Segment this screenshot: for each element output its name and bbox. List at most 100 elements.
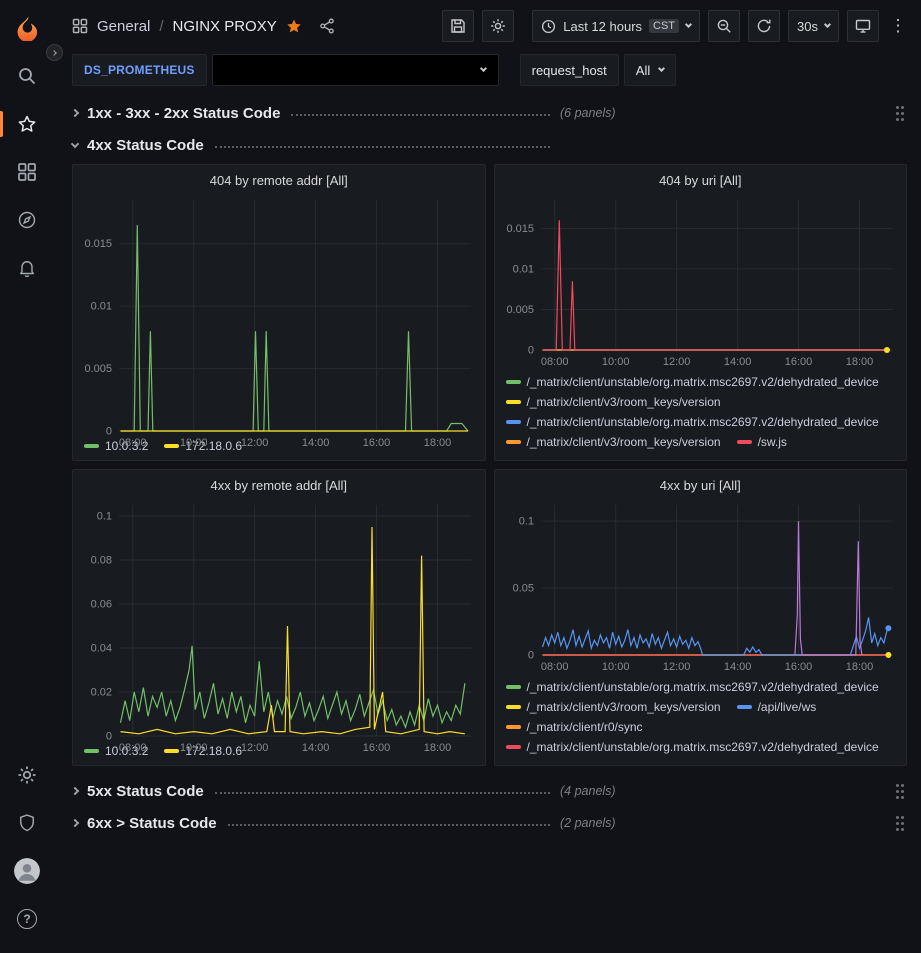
chart-svg: 08:0010:0012:0014:0016:0018:0000.050.1 (495, 495, 907, 675)
sidebar-item-explore[interactable] (0, 196, 54, 244)
sidebar-item-server-admin[interactable] (0, 799, 54, 847)
legend-item[interactable]: /api/live/ws (737, 698, 817, 716)
svg-text:08:00: 08:00 (540, 356, 568, 368)
sidebar-item-search[interactable] (0, 52, 54, 100)
legend-item[interactable]: /_matrix/client/unstable/org.matrix.msc2… (506, 413, 879, 431)
dashboard-settings-button[interactable] (482, 10, 514, 42)
clock-icon (541, 19, 556, 34)
legend-item[interactable]: /_matrix/client/v3/room_keys/version (506, 433, 721, 451)
svg-text:0.015: 0.015 (506, 223, 534, 235)
legend-series-label: /_matrix/client/v3/room_keys/version (527, 435, 721, 449)
sidebar-item-starred[interactable] (0, 100, 54, 148)
favorite-star-button[interactable] (286, 18, 302, 34)
legend-series-label: /_matrix/client/r0/sync (527, 720, 643, 734)
dashboard-variables: DS_PROMETHEUS request_host All (54, 52, 921, 88)
breadcrumb-section[interactable]: General (97, 18, 150, 35)
compass-icon (17, 210, 37, 230)
svg-text:0: 0 (527, 345, 533, 357)
row-4xx[interactable]: 4xx Status Code (72, 130, 907, 160)
legend-series-label: /_matrix/client/v3/room_keys/version (527, 700, 721, 714)
star-icon (17, 114, 37, 134)
row-panel-count: (2 panels) (560, 816, 616, 830)
grafana-app: ? General / NGINX PROXY (0, 0, 921, 953)
variable-ds-prometheus-select[interactable] (212, 54, 499, 86)
variable-ds-prometheus-label[interactable]: DS_PROMETHEUS (72, 54, 207, 86)
sidebar-item-configuration[interactable] (0, 751, 54, 799)
sidebar-item-profile[interactable] (0, 847, 54, 895)
panel-4xx-by-remote-addr: 4xx by remote addr [All] 08:0010:0012:00… (72, 469, 486, 766)
svg-text:0.01: 0.01 (91, 301, 112, 313)
svg-text:14:00: 14:00 (302, 742, 330, 754)
shield-icon (17, 813, 37, 833)
svg-text:0.1: 0.1 (97, 511, 112, 523)
variable-request-host-select[interactable]: All (624, 54, 676, 86)
svg-text:08:00: 08:00 (119, 742, 147, 754)
row-drag-handle[interactable] (895, 106, 907, 121)
chart-svg: 08:0010:0012:0014:0016:0018:0000.0050.01… (495, 190, 907, 370)
active-indicator (0, 111, 3, 137)
legend-item[interactable]: /_matrix/client/unstable/org.matrix.msc2… (506, 678, 879, 696)
legend-item[interactable]: /_matrix/client/unstable/org.matrix.msc2… (506, 373, 879, 391)
svg-text:0: 0 (106, 426, 112, 438)
svg-text:0.01: 0.01 (512, 263, 533, 275)
sidebar-item-help[interactable]: ? (0, 895, 54, 943)
variable-request-host-label[interactable]: request_host (520, 54, 619, 86)
row-5xx[interactable]: 5xx Status Code (4 panels) (72, 776, 907, 806)
panel-legend: /_matrix/client/unstable/org.matrix.msc2… (495, 370, 907, 457)
kebab-menu-button[interactable]: ⋮ (887, 10, 909, 42)
row-drag-handle[interactable] (895, 784, 907, 799)
sidebar-item-dashboards[interactable] (0, 148, 54, 196)
timezone-badge: CST (649, 19, 679, 33)
dashboard-title: NGINX PROXY (173, 18, 277, 35)
svg-text:08:00: 08:00 (119, 437, 147, 449)
svg-text:18:00: 18:00 (845, 356, 873, 368)
share-icon (319, 18, 335, 34)
refresh-icon (756, 18, 772, 34)
panel-404-by-remote-addr: 404 by remote addr [All] 08:0010:0012:00… (72, 164, 486, 461)
panel-title[interactable]: 404 by remote addr [All] (73, 165, 485, 190)
search-icon (17, 66, 37, 86)
zoom-out-button[interactable] (708, 10, 740, 42)
svg-text:0.04: 0.04 (91, 643, 112, 655)
legend-item[interactable]: /_matrix/client/v3/room_keys/version (506, 698, 721, 716)
legend-item[interactable]: /sw.js (737, 433, 787, 451)
main-area: General / NGINX PROXY (54, 0, 921, 953)
cycle-view-button[interactable] (847, 10, 879, 42)
row-left: 4xx Status Code (72, 137, 554, 154)
svg-text:0.05: 0.05 (512, 583, 533, 595)
legend-item[interactable]: /_matrix/client/r0/sync (506, 718, 643, 736)
row-title: 4xx Status Code (87, 137, 204, 154)
time-range-picker[interactable]: Last 12 hours CST (532, 10, 700, 42)
kebab-icon: ⋮ (890, 16, 907, 36)
sidebar-top (0, 4, 54, 292)
legend-series-marker (506, 745, 521, 749)
dotted-leader (291, 114, 550, 116)
svg-text:18:00: 18:00 (424, 437, 452, 449)
row-drag-handle[interactable] (895, 816, 907, 831)
legend-item[interactable]: /_matrix/client/unstable/org.matrix.msc2… (506, 738, 879, 756)
grafana-logo[interactable] (0, 4, 54, 52)
row-1xx-3xx-2xx[interactable]: 1xx - 3xx - 2xx Status Code (6 panels) (72, 98, 907, 128)
row-6xx[interactable]: 6xx > Status Code (2 panels) (72, 808, 907, 838)
panel-title[interactable]: 4xx by remote addr [All] (73, 470, 485, 495)
time-series-chart[interactable]: 08:0010:0012:0014:0016:0018:0000.0050.01… (495, 190, 907, 370)
bell-icon (17, 258, 37, 278)
legend-series-label: /_matrix/client/unstable/org.matrix.msc2… (527, 680, 879, 694)
panel-title[interactable]: 4xx by uri [All] (495, 470, 907, 495)
refresh-button[interactable] (748, 10, 780, 42)
refresh-interval-picker[interactable]: 30s (788, 10, 839, 42)
svg-text:10:00: 10:00 (180, 742, 208, 754)
time-series-chart[interactable]: 08:0010:0012:0014:0016:0018:0000.020.040… (73, 495, 485, 739)
legend-item[interactable]: /_matrix/client/v3/room_keys/version (506, 393, 721, 411)
row-title: 1xx - 3xx - 2xx Status Code (87, 105, 280, 122)
chevron-down-icon (480, 65, 487, 72)
share-button[interactable] (319, 18, 335, 34)
breadcrumb-separator: / (159, 18, 163, 35)
time-series-chart[interactable]: 08:0010:0012:0014:0016:0018:0000.0050.01… (73, 190, 485, 434)
sidebar-item-alerting[interactable] (0, 244, 54, 292)
chevron-right-icon (71, 109, 79, 117)
save-dashboard-button[interactable] (442, 10, 474, 42)
panel-title[interactable]: 404 by uri [All] (495, 165, 907, 190)
time-series-chart[interactable]: 08:0010:0012:0014:0016:0018:0000.050.1 (495, 495, 907, 675)
sidebar-toggle-button[interactable] (46, 44, 63, 61)
